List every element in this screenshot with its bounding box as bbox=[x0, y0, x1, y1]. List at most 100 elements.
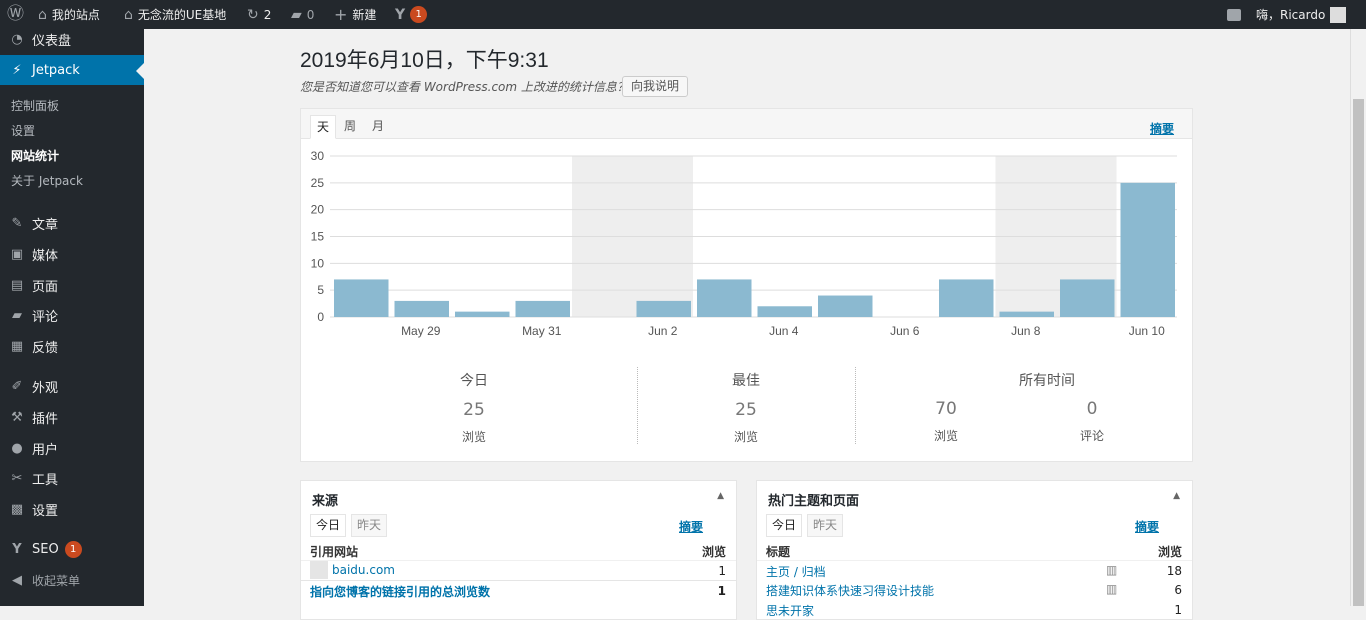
chart-bar bbox=[636, 300, 691, 317]
my-account-menu[interactable]: 嗨，Ricardo bbox=[1256, 0, 1347, 29]
chart-bar bbox=[394, 300, 449, 317]
page-scrollbar[interactable] bbox=[1350, 29, 1366, 606]
collapse-toggle-icon[interactable]: ▲ bbox=[717, 491, 724, 501]
submenu-about-jetpack[interactable]: 关于 Jetpack bbox=[11, 172, 83, 189]
y-tick-label: 20 bbox=[311, 203, 325, 217]
today-label: 今日 bbox=[460, 373, 488, 389]
table-row: 思未开家 1 bbox=[757, 600, 1192, 620]
tab-day[interactable]: 天 bbox=[310, 115, 337, 139]
table-row: baidu.com 1 bbox=[301, 560, 736, 580]
submenu-site-stats[interactable]: 网站统计 bbox=[11, 147, 59, 164]
tab-yesterday[interactable]: 昨天 bbox=[807, 514, 844, 537]
best-unit: 浏览 bbox=[733, 430, 758, 444]
menu-pages[interactable]: ▤ 页面 bbox=[0, 270, 144, 300]
chart-bar bbox=[455, 311, 510, 317]
top-posts-title: 热门主题和页面 bbox=[768, 494, 860, 509]
menu-plugins[interactable]: ⚒ 插件 bbox=[0, 402, 144, 432]
post-views: 6 bbox=[1174, 583, 1182, 597]
column-header-views: 浏览 bbox=[1157, 545, 1182, 559]
menu-tools[interactable]: ✂ 工具 bbox=[0, 463, 144, 493]
menu-comments[interactable]: ▰ 评论 bbox=[0, 300, 144, 330]
tab-month[interactable]: 月 bbox=[366, 115, 390, 139]
favicon bbox=[310, 561, 328, 579]
referrer-link[interactable]: baidu.com bbox=[332, 563, 395, 577]
y-tick-label: 5 bbox=[317, 283, 324, 297]
chart-bar bbox=[697, 279, 752, 317]
tab-today[interactable]: 今日 bbox=[310, 514, 347, 537]
tab-yesterday[interactable]: 昨天 bbox=[351, 514, 388, 537]
settings-icon: ▩ bbox=[10, 501, 24, 517]
top-posts-summary-link[interactable]: 摘要 bbox=[1135, 518, 1159, 535]
media-icon: ▣ bbox=[10, 246, 24, 262]
plugin-icon: ⚒ bbox=[11, 409, 23, 425]
new-content-menu[interactable]: + 新建 bbox=[334, 0, 376, 29]
yoast-menu[interactable]: Y1 bbox=[395, 0, 428, 29]
y-tick-label: 30 bbox=[311, 149, 325, 163]
bar-chart-icon[interactable]: ▥ bbox=[1106, 582, 1117, 596]
bar-chart-icon[interactable]: ▥ bbox=[1106, 563, 1117, 577]
menu-users[interactable]: ● 用户 bbox=[0, 433, 144, 463]
page-icon: ▤ bbox=[10, 277, 24, 293]
wpcom-notice: 您是否知道您可以查看 WordPress.com 上改进的统计信息？ bbox=[300, 80, 629, 94]
menu-dashboard[interactable]: ◔ 仪表盘 bbox=[0, 24, 144, 54]
menu-jetpack[interactable]: ⚡ Jetpack bbox=[0, 55, 144, 85]
comment-icon: ▰ bbox=[12, 307, 22, 323]
submenu-jetpack-dashboard[interactable]: 控制面板 bbox=[11, 97, 59, 114]
stats-box: 天 周 月 摘要 0 5 10 15 20 25 30 May 29 May 31 Jun 2 Ju… bbox=[300, 108, 1193, 462]
post-link[interactable]: 搭建知识体系快速习得设计技能 bbox=[766, 582, 934, 599]
comment-icon: ▰ bbox=[291, 6, 302, 23]
referrers-title: 来源 bbox=[312, 494, 339, 509]
submenu-jetpack-settings[interactable]: 设置 bbox=[11, 122, 35, 139]
chart-bar bbox=[999, 311, 1054, 317]
chart-bar bbox=[334, 279, 389, 317]
alltime-comments: 0 评论 bbox=[1042, 399, 1142, 444]
home-icon: ⌂ bbox=[124, 6, 133, 23]
summary-link[interactable]: 摘要 bbox=[1150, 120, 1174, 137]
sites-icon: ⌂ bbox=[38, 6, 47, 23]
notifications-menu[interactable] bbox=[1227, 0, 1241, 29]
jetpack-icon: ⚡ bbox=[12, 62, 22, 78]
y-tick-label: 25 bbox=[311, 176, 325, 190]
menu-seo[interactable]: Y SEO 1 bbox=[0, 534, 144, 564]
admin-sidebar: ◔ 仪表盘 ⚡ Jetpack 控制面板 设置 网站统计 关于 Jetpack ✎ 文… bbox=[0, 29, 144, 606]
comments-menu[interactable]: ▰ 0 bbox=[291, 0, 314, 29]
y-tick-label: 10 bbox=[311, 256, 325, 270]
chart-bar bbox=[1060, 279, 1115, 317]
collapse-toggle-icon[interactable]: ▲ bbox=[1173, 491, 1180, 501]
referrers-summary-link[interactable]: 摘要 bbox=[679, 518, 703, 535]
menu-media[interactable]: ▣ 媒体 bbox=[0, 239, 144, 269]
menu-appearance[interactable]: ✐ 外观 bbox=[0, 371, 144, 401]
best-label: 最佳 bbox=[732, 373, 760, 389]
best-summary: 最佳 25 浏览 bbox=[696, 370, 796, 445]
referrers-panel: 来源 ▲ 今日 昨天 摘要 引用网站 浏览 baidu.com 1 指向您博客的… bbox=[300, 480, 737, 620]
y-tick-label: 15 bbox=[311, 230, 325, 244]
collapse-menu-button[interactable]: ◀ 收起菜单 bbox=[0, 565, 144, 595]
yoast-icon: Y bbox=[12, 541, 22, 557]
wrench-icon: ✂ bbox=[11, 470, 23, 486]
menu-posts[interactable]: ✎ 文章 bbox=[0, 208, 144, 238]
x-tick-label: Jun 6 bbox=[890, 324, 920, 338]
tab-week[interactable]: 周 bbox=[338, 115, 362, 139]
post-link[interactable]: 思未开家 bbox=[766, 602, 814, 619]
post-link[interactable]: 主页 / 归档 bbox=[766, 563, 826, 580]
explain-button[interactable]: 向我说明 bbox=[622, 76, 689, 97]
tab-today[interactable]: 今日 bbox=[766, 514, 803, 537]
chart-bar bbox=[757, 306, 812, 317]
user-icon: ● bbox=[11, 440, 23, 456]
chart-bar bbox=[1120, 182, 1175, 317]
menu-settings[interactable]: ▩ 设置 bbox=[0, 494, 144, 524]
x-tick-label: Jun 2 bbox=[648, 324, 678, 338]
alltime-label: 所有时间 bbox=[1019, 373, 1075, 389]
admin-bar: Ⓦ ⌂ 我的站点 ⌂ 无念流的UE基地 ↻ 2 ▰ 0 + 新建 Y1 嗨，Ricardo bbox=[0, 0, 1366, 29]
yoast-icon: Y bbox=[395, 6, 406, 23]
plus-icon: + bbox=[334, 4, 348, 24]
total-referrers-link[interactable]: 指向您博客的链接引用的总浏览数 bbox=[310, 583, 490, 600]
column-header-title: 标题 bbox=[766, 545, 791, 559]
brush-icon: ✐ bbox=[11, 378, 23, 394]
menu-feedback[interactable]: ▦ 反馈 bbox=[0, 331, 144, 361]
chart-bar bbox=[939, 279, 994, 317]
scrollbar-thumb[interactable] bbox=[1353, 99, 1364, 606]
updates-menu[interactable]: ↻ 2 bbox=[247, 0, 271, 29]
column-header-site: 引用网站 bbox=[310, 545, 359, 559]
referrer-views: 1 bbox=[718, 564, 726, 578]
